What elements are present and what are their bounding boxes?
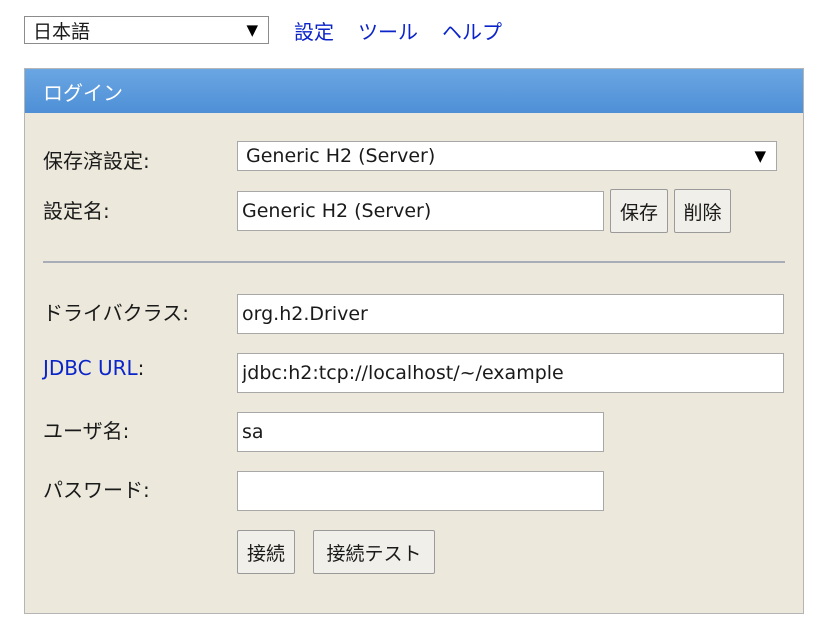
delete-button[interactable]: 削除 xyxy=(674,189,731,233)
jdbc-url-label: JDBC URL: xyxy=(43,356,144,380)
setting-name-label: 設定名: xyxy=(43,199,110,223)
chevron-down-icon: ▼ xyxy=(246,21,258,39)
login-panel: ログイン 保存済設定: Generic H2 (Server) ▼ 設定名: 保… xyxy=(24,68,804,614)
saved-settings-value: Generic H2 (Server) xyxy=(246,145,436,167)
driver-class-input[interactable] xyxy=(237,294,784,334)
username-label: ユーザ名: xyxy=(43,419,130,443)
settings-link[interactable]: 設定 xyxy=(294,16,334,45)
login-title: ログイン xyxy=(43,80,123,105)
saved-settings-label: 保存済設定: xyxy=(43,149,150,173)
language-select[interactable]: 日本語 ▼ xyxy=(24,16,269,44)
saved-settings-select[interactable]: Generic H2 (Server) ▼ xyxy=(237,141,777,171)
password-label: パスワード: xyxy=(43,478,150,502)
test-connection-button[interactable]: 接続テスト xyxy=(313,530,435,574)
jdbc-url-link[interactable]: JDBC URL xyxy=(43,356,138,380)
language-select-value: 日本語 xyxy=(33,20,91,43)
section-divider xyxy=(43,261,785,263)
connect-button[interactable]: 接続 xyxy=(237,530,295,574)
save-button[interactable]: 保存 xyxy=(610,189,668,233)
setting-name-input[interactable] xyxy=(237,191,604,231)
top-bar: 日本語 ▼ 設定 ツール ヘルプ xyxy=(24,14,502,46)
chevron-down-icon: ▼ xyxy=(754,147,766,165)
driver-class-label: ドライバクラス: xyxy=(43,301,189,325)
tools-link[interactable]: ツール xyxy=(358,16,418,45)
login-panel-header: ログイン xyxy=(25,69,803,113)
jdbc-url-input[interactable] xyxy=(237,353,784,393)
jdbc-url-colon: : xyxy=(137,356,145,380)
username-input[interactable] xyxy=(237,412,604,452)
help-link[interactable]: ヘルプ xyxy=(442,16,502,45)
password-input[interactable] xyxy=(237,471,604,511)
